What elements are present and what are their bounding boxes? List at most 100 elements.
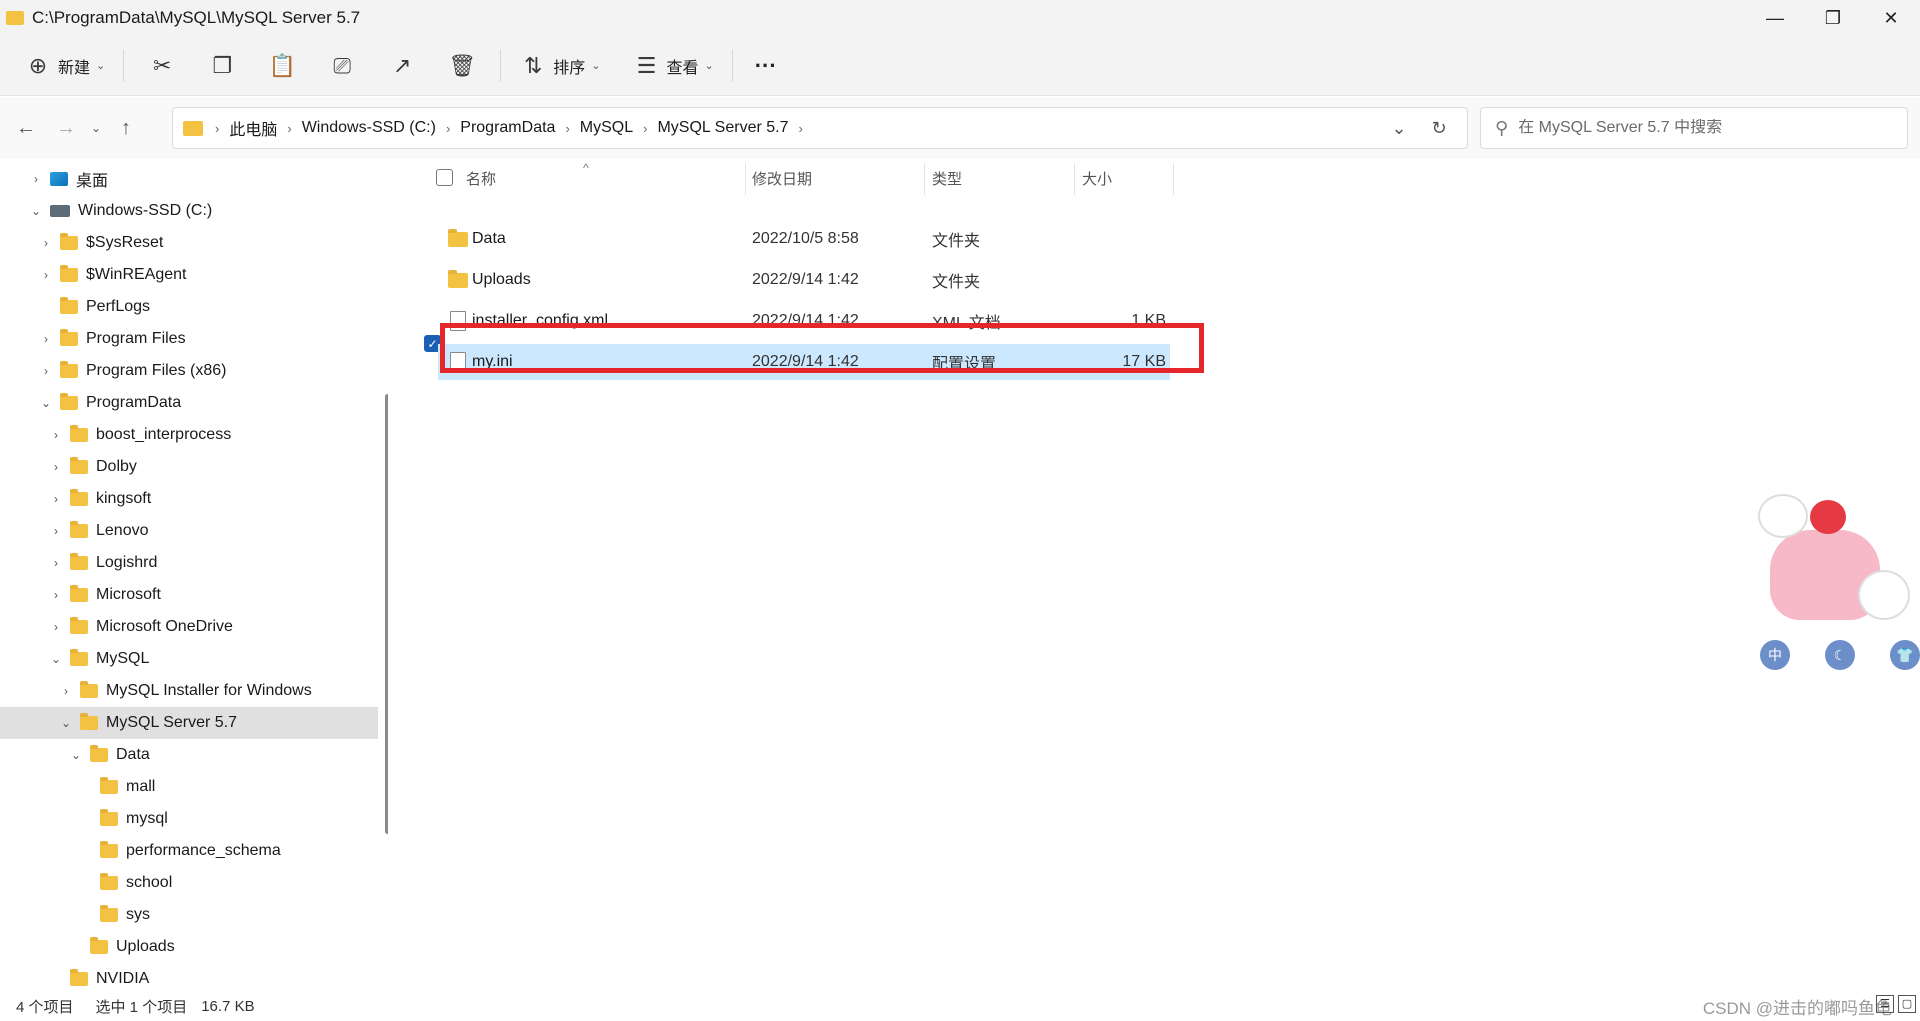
arrow-right-icon: → — [56, 116, 76, 139]
tree-item-label: MySQL — [96, 650, 150, 667]
chevron-right-icon[interactable]: › — [38, 332, 54, 346]
tree-item-lenovo[interactable]: › Lenovo — [0, 515, 378, 547]
close-button[interactable]: ✕ — [1862, 0, 1920, 36]
breadcrumb-programdata[interactable]: ProgramData — [454, 119, 561, 137]
chevron-right-icon[interactable]: › — [38, 268, 54, 282]
view-button[interactable]: ☰ 查看 ⌄ — [622, 46, 723, 86]
tree-item-logishrd[interactable]: › Logishrd — [0, 547, 378, 579]
tiles-view-icon[interactable]: ▢ — [1898, 995, 1916, 1013]
details-view-icon[interactable]: ☰ — [1876, 995, 1894, 1013]
tree-item-school[interactable]: school — [0, 867, 378, 899]
chevron-down-icon[interactable]: ⌄ — [48, 652, 64, 666]
chevron-right-icon[interactable]: › — [38, 236, 54, 250]
tree-item-winreagent[interactable]: › $WinREAgent — [0, 259, 378, 291]
cut-button[interactable]: ✂ — [132, 46, 192, 86]
tree-item-desktop[interactable]: › 桌面 — [0, 163, 378, 195]
column-divider[interactable] — [745, 163, 746, 195]
chevron-right-icon[interactable]: › — [38, 364, 54, 378]
sort-button[interactable]: ⇅ 排序 ⌄ — [509, 46, 610, 86]
tree-item-mysql-installer[interactable]: › MySQL Installer for Windows — [0, 675, 378, 707]
language-toggle-button[interactable]: 中 — [1760, 640, 1790, 670]
tree-item-boost-interprocess[interactable]: › boost_interprocess — [0, 419, 378, 451]
new-button[interactable]: ⊕ 新建 ⌄ — [14, 46, 115, 86]
select-all-checkbox[interactable] — [436, 169, 453, 186]
share-button[interactable]: ↗ — [372, 46, 432, 86]
file-row[interactable]: Data 2022/10/5 8:58 文件夹 — [438, 221, 1170, 257]
folder-icon — [60, 297, 78, 314]
chevron-right-icon[interactable]: › — [48, 492, 64, 506]
search-input[interactable] — [1518, 119, 1879, 137]
folder-icon — [100, 809, 118, 826]
column-header-type[interactable]: 类型 — [932, 159, 962, 197]
tree-item-microsoft-onedrive[interactable]: › Microsoft OneDrive — [0, 611, 378, 643]
chevron-right-icon[interactable]: › — [48, 620, 64, 634]
breadcrumb-drive[interactable]: Windows-SSD (C:) — [296, 119, 442, 137]
column-divider[interactable] — [1074, 163, 1075, 195]
minimize-button[interactable]: — — [1746, 0, 1804, 36]
file-date: 2022/9/14 1:42 — [752, 271, 859, 288]
rename-button[interactable]: ⎚ — [312, 46, 372, 86]
tree-item-programdata[interactable]: ⌄ ProgramData — [0, 387, 378, 419]
column-header-name[interactable]: 名称 — [466, 159, 496, 197]
tree-item-dolby[interactable]: › Dolby — [0, 451, 378, 483]
chevron-down-icon[interactable]: ⌄ — [28, 204, 44, 218]
column-header-size[interactable]: 大小 — [1082, 159, 1112, 197]
tree-item-sysreset[interactable]: › $SysReset — [0, 227, 378, 259]
recent-locations-button[interactable]: ⌄ — [86, 108, 106, 148]
file-row[interactable]: Uploads 2022/9/14 1:42 文件夹 — [438, 262, 1170, 298]
tree-item-sys[interactable]: sys — [0, 899, 378, 931]
column-header-date[interactable]: 修改日期 — [752, 159, 812, 197]
column-divider[interactable] — [1173, 163, 1174, 195]
folder-icon — [60, 265, 78, 282]
tree-item-program-files-x86[interactable]: › Program Files (x86) — [0, 355, 378, 387]
tree-item-data[interactable]: ⌄ Data — [0, 739, 378, 771]
restore-button[interactable]: ❐ — [1804, 0, 1862, 36]
chevron-right-icon[interactable]: › — [48, 428, 64, 442]
plus-circle-icon: ⊕ — [28, 52, 48, 78]
tree-item-mysql-server-57[interactable]: ⌄ MySQL Server 5.7 — [0, 707, 378, 739]
csdn-watermark: CSDN @进击的嘟吗鱼龟 — [1702, 999, 1892, 1018]
address-dropdown-button[interactable]: ⌄ — [1379, 118, 1419, 139]
breadcrumb-this-pc[interactable]: 此电脑 — [223, 116, 283, 140]
chevron-right-icon[interactable]: › — [48, 588, 64, 602]
tree-item-drive-c[interactable]: ⌄ Windows-SSD (C:) — [0, 195, 378, 227]
back-button[interactable]: ← — [6, 108, 46, 148]
chevron-down-icon[interactable]: ⌄ — [68, 748, 84, 762]
chevron-down-icon[interactable]: ⌄ — [38, 396, 54, 410]
address-bar[interactable]: › 此电脑 › Windows-SSD (C:) › ProgramData ›… — [172, 107, 1468, 149]
chevron-right-icon[interactable]: › — [58, 684, 74, 698]
night-mode-button[interactable]: ☾ — [1825, 640, 1855, 670]
up-button[interactable]: ↑ — [106, 108, 146, 148]
paste-button[interactable]: 📋 — [252, 46, 312, 86]
delete-button[interactable]: 🗑 — [432, 46, 492, 86]
chevron-right-icon[interactable]: › — [28, 172, 44, 186]
tree-item-mall[interactable]: mall — [0, 771, 378, 803]
tree-item-kingsoft[interactable]: › kingsoft — [0, 483, 378, 515]
mascot-widget[interactable] — [1750, 490, 1920, 640]
tree-item-mysql[interactable]: ⌄ MySQL — [0, 643, 378, 675]
breadcrumb-separator: › — [798, 120, 803, 136]
sidebar-scrollbar[interactable] — [385, 394, 388, 834]
tree-item-performance-schema[interactable]: performance_schema — [0, 835, 378, 867]
tree-item-program-files[interactable]: › Program Files — [0, 323, 378, 355]
chevron-right-icon[interactable]: › — [48, 524, 64, 538]
column-divider[interactable] — [924, 163, 925, 195]
search-box[interactable]: ⚲ — [1480, 107, 1908, 149]
copy-button[interactable]: ❐ — [192, 46, 252, 86]
tree-item-uploads[interactable]: Uploads — [0, 931, 378, 963]
chevron-down-icon[interactable]: ⌄ — [58, 716, 74, 730]
chevron-right-icon[interactable]: › — [48, 460, 64, 474]
chevron-right-icon[interactable]: › — [48, 556, 64, 570]
forward-button[interactable]: → — [46, 108, 86, 148]
tree-item-mysql-db[interactable]: mysql — [0, 803, 378, 835]
tree-item-nvidia[interactable]: NVIDIA — [0, 963, 378, 991]
tree-item-label: mysql — [126, 810, 168, 827]
refresh-button[interactable]: ↻ — [1419, 118, 1459, 139]
breadcrumb-mysql[interactable]: MySQL — [574, 119, 639, 137]
tree-item-label: Uploads — [116, 938, 175, 955]
breadcrumb-mysql-server[interactable]: MySQL Server 5.7 — [651, 119, 794, 137]
outfit-button[interactable]: 👕 — [1890, 640, 1920, 670]
tree-item-microsoft[interactable]: › Microsoft — [0, 579, 378, 611]
more-button[interactable]: ··· — [741, 46, 787, 86]
tree-item-perflogs[interactable]: PerfLogs — [0, 291, 378, 323]
